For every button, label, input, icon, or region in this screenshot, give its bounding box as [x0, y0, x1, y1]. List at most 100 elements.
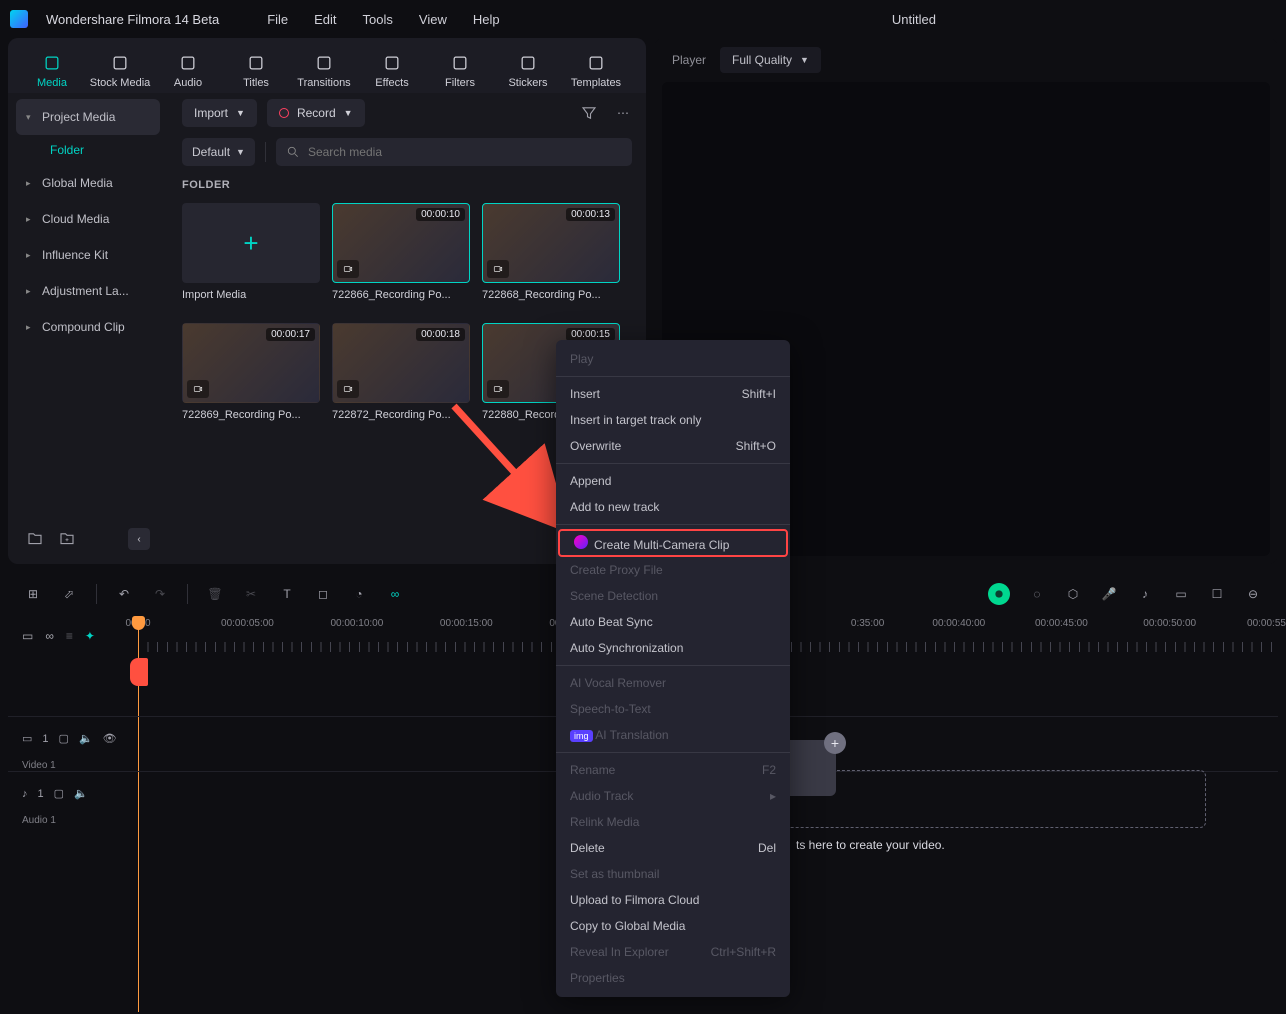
tab-transitions[interactable]: Transitions — [290, 53, 358, 89]
menu-item-delete[interactable]: DeleteDel — [556, 835, 790, 861]
cut-icon[interactable]: ✂ — [242, 585, 260, 603]
eye-icon[interactable]: 👁 — [103, 732, 117, 745]
media-clip-card[interactable]: 00:00:13 722868_Recording Po... — [482, 203, 620, 301]
tab-templates[interactable]: Templates — [562, 53, 630, 89]
tab-titles[interactable]: Titles — [222, 53, 290, 89]
undo-icon[interactable]: ↶ — [115, 585, 133, 603]
collapse-sidebar-button[interactable]: ‹ — [128, 528, 150, 550]
tab-stickers[interactable]: Stickers — [494, 53, 562, 89]
menu-item-insert-in-target-track-only[interactable]: Insert in target track only — [556, 407, 790, 433]
menu-item-overwrite[interactable]: OverwriteShift+O — [556, 433, 790, 459]
sidebar-item-global-media[interactable]: ▸Global Media — [16, 165, 160, 201]
redo-icon[interactable]: ↷ — [151, 585, 169, 603]
new-folder-icon[interactable] — [26, 530, 44, 548]
menu-item-append[interactable]: Append — [556, 468, 790, 494]
tab-stock-media[interactable]: Stock Media — [86, 53, 154, 89]
music-note-icon[interactable]: ♪ — [1136, 585, 1154, 603]
menu-item-copy-to-global-media[interactable]: Copy to Global Media — [556, 913, 790, 939]
ai-assistant-icon[interactable] — [988, 583, 1010, 605]
quality-dropdown[interactable]: Full Quality▼ — [720, 47, 821, 73]
trash-icon[interactable]: 🗑 — [206, 585, 224, 603]
menu-edit[interactable]: Edit — [314, 12, 336, 27]
text-tool-icon[interactable]: T — [278, 585, 296, 603]
tab-filters[interactable]: Filters — [426, 53, 494, 89]
menu-item-auto-beat-sync[interactable]: Auto Beat Sync — [556, 609, 790, 635]
sidebar-item-project-media[interactable]: ▾Project Media — [16, 99, 160, 135]
duration-badge: 00:00:17 — [266, 328, 315, 341]
ruler-tick: 0:35:00 — [851, 618, 884, 629]
mute-audio-icon[interactable]: 🔈 — [74, 787, 88, 800]
search-input[interactable] — [276, 138, 632, 166]
menu-item-set-as-thumbnail: Set as thumbnail — [556, 861, 790, 887]
sidebar-folder[interactable]: Folder — [16, 135, 160, 165]
sort-default-button[interactable]: Default▼ — [182, 138, 255, 166]
tab-effects[interactable]: Effects — [358, 53, 426, 89]
layout-icon[interactable]: ⊞ — [24, 585, 42, 603]
ruler-tick: 00:00:10:00 — [330, 618, 383, 629]
record-button[interactable]: Record▼ — [267, 99, 365, 127]
palette-icon[interactable]: ◔ — [350, 585, 368, 603]
tab-audio[interactable]: Audio — [154, 53, 222, 89]
mute-track-icon[interactable]: 🔈 — [79, 732, 93, 745]
lock-track-icon[interactable]: ▢ — [59, 732, 69, 745]
menu-item-add-to-new-track[interactable]: Add to new track — [556, 494, 790, 520]
media-clip-card[interactable]: 00:00:10722866_Recording Po... — [332, 203, 470, 301]
card-label: 722868_Recording Po... — [482, 289, 620, 301]
ai-track-icon[interactable]: ✦ — [85, 629, 95, 643]
context-menu: Play InsertShift+IInsert in target track … — [556, 340, 790, 997]
filter-funnel-icon[interactable] — [580, 104, 598, 122]
menu-bar: File Edit Tools View Help — [267, 12, 499, 27]
timeline-view-icon[interactable]: ▭ — [22, 629, 33, 643]
media-clip-card[interactable]: 00:00:18722872_Recording Po... — [332, 323, 470, 421]
shield-icon[interactable]: ⬡ — [1064, 585, 1082, 603]
zoom-out-icon[interactable]: ⊖ — [1244, 585, 1262, 603]
menu-item-auto-synchronization[interactable]: Auto Synchronization — [556, 635, 790, 661]
link-icon[interactable]: ∞ — [386, 585, 404, 603]
menu-item-play: Play — [556, 346, 790, 372]
duration-badge: 00:00:13 — [566, 208, 615, 221]
ruler-tick: 00:00:50:00 — [1143, 618, 1196, 629]
cc-icon[interactable]: ☐ — [1208, 585, 1226, 603]
sidebar-item-cloud-media[interactable]: ▸Cloud Media — [16, 201, 160, 237]
tab-media[interactable]: Media — [18, 53, 86, 89]
sidebar-item-compound-clip[interactable]: ▸Compound Clip — [16, 309, 160, 345]
screen-icon[interactable]: ▭ — [1172, 585, 1190, 603]
mic-icon[interactable]: 🎤 — [1100, 585, 1118, 603]
menu-item-create-proxy-file: Create Proxy File — [556, 557, 790, 583]
media-sidebar: ▾Project MediaFolder▸Global Media▸Cloud … — [8, 93, 168, 564]
menu-item-insert[interactable]: InsertShift+I — [556, 381, 790, 407]
music-icon — [178, 53, 198, 73]
lock-audio-icon[interactable]: ▢ — [54, 787, 64, 800]
import-button[interactable]: Import▼ — [182, 99, 257, 127]
audio-track-icon: ♪ — [22, 788, 28, 800]
media-clip-card[interactable]: 00:00:17 722869_Recording Po... — [182, 323, 320, 421]
link-tracks-icon[interactable]: ∞ — [45, 629, 54, 643]
menu-item-create-multi-camera-clip[interactable]: Create Multi-Camera Clip — [558, 529, 788, 557]
menu-help[interactable]: Help — [473, 12, 500, 27]
sidebar-item-adjustment-la-[interactable]: ▸Adjustment La... — [16, 273, 160, 309]
folder-add-icon[interactable] — [58, 530, 76, 548]
menu-item-relink-media: Relink Media — [556, 809, 790, 835]
menu-item-upload-to-filmora-cloud[interactable]: Upload to Filmora Cloud — [556, 887, 790, 913]
menu-item-audio-track: Audio Track▸ — [556, 783, 790, 809]
menu-file[interactable]: File — [267, 12, 288, 27]
gauge-icon[interactable]: ◌ — [1028, 585, 1046, 603]
ruler-tick: 00:00:15:00 — [440, 618, 493, 629]
crop-icon[interactable]: ◻ — [314, 585, 332, 603]
card-label: 722869_Recording Po... — [182, 409, 320, 421]
import-media-card[interactable]: +Import Media — [182, 203, 320, 301]
track-opts-icon[interactable]: ≡ — [66, 629, 73, 643]
card-label: 722872_Recording Po... — [332, 409, 470, 421]
menu-item-scene-detection: Scene Detection — [556, 583, 790, 609]
transition-icon — [314, 53, 334, 73]
title-bar: Wondershare Filmora 14 Beta FileEditTool… — [0, 0, 1286, 38]
menu-view[interactable]: View — [419, 12, 447, 27]
pointer-icon[interactable]: ⬀ — [60, 585, 78, 603]
camera-badge-icon — [187, 380, 209, 398]
more-options-icon[interactable]: ⋯ — [614, 104, 632, 122]
menu-tools[interactable]: Tools — [363, 12, 393, 27]
sidebar-item-influence-kit[interactable]: ▸Influence Kit — [16, 237, 160, 273]
video-track-icon: ▭ — [22, 732, 32, 745]
camera-badge-icon — [487, 260, 509, 278]
ruler-tick: 00:00:55:00 — [1247, 618, 1286, 629]
